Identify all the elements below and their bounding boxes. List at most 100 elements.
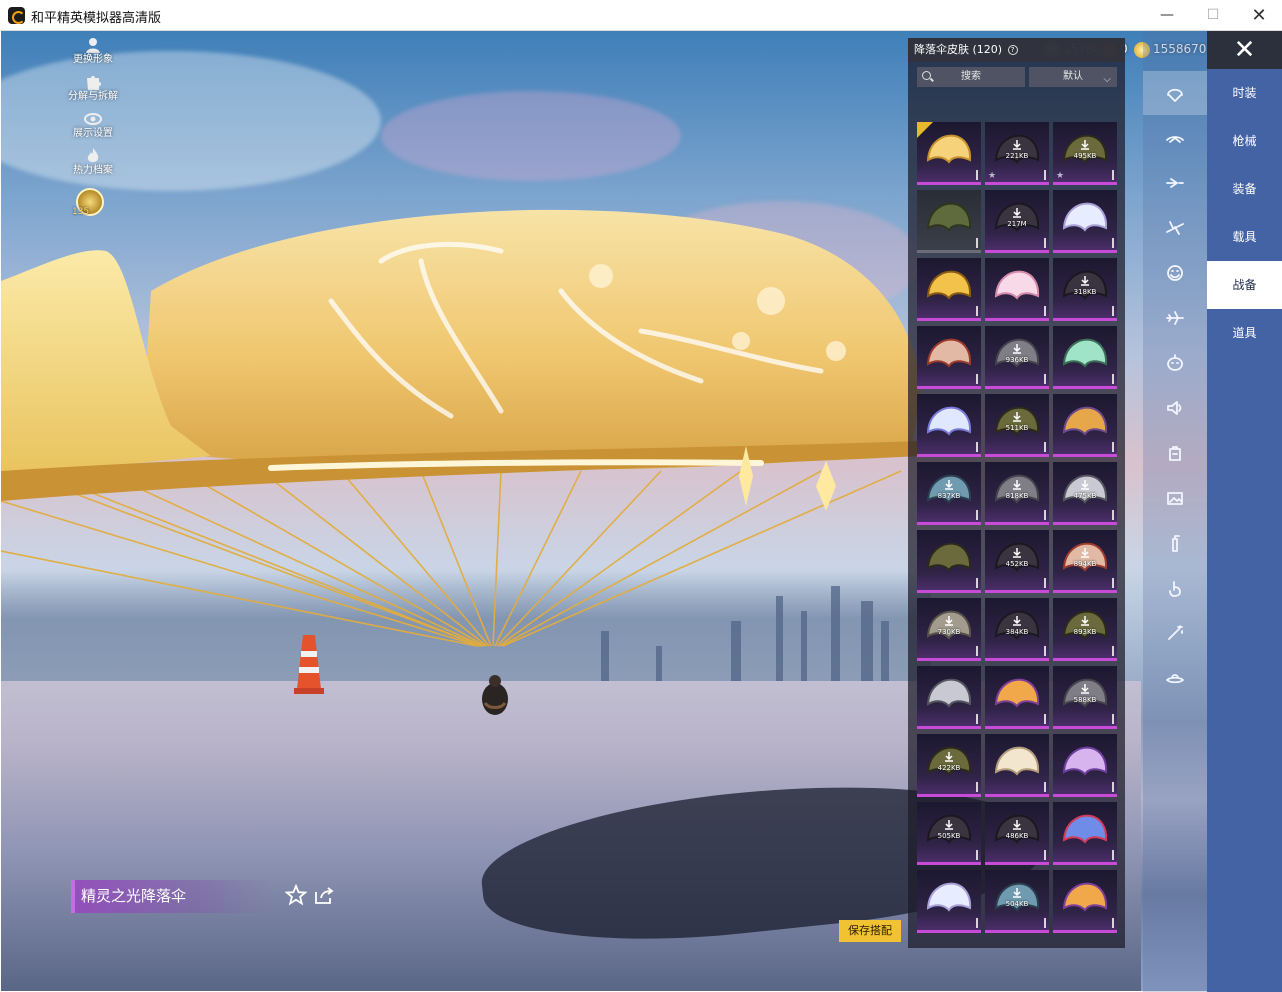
- search-placeholder: 搜索: [961, 71, 981, 82]
- skin-tile[interactable]: 818KB: [985, 462, 1049, 525]
- download-size: 505KB: [937, 832, 961, 840]
- skin-tile[interactable]: 504KB: [985, 870, 1049, 933]
- skin-tile[interactable]: [985, 666, 1049, 729]
- sort-dropdown[interactable]: 默认 ⌵: [1029, 67, 1117, 87]
- search-icon: [922, 71, 931, 80]
- skin-tile[interactable]: 384KB: [985, 598, 1049, 661]
- ufo-icon: [1166, 674, 1184, 684]
- skin-tile[interactable]: [1053, 190, 1117, 253]
- category-hand-tap[interactable]: [1143, 566, 1207, 610]
- skin-tile[interactable]: [917, 122, 981, 185]
- sort-selected: 默认: [1063, 71, 1083, 82]
- skin-tile[interactable]: 422KB: [917, 734, 981, 797]
- skin-tile[interactable]: [917, 530, 981, 593]
- traffic-cone: [294, 635, 324, 694]
- skin-tile[interactable]: 486KB: [985, 802, 1049, 865]
- skin-tile[interactable]: 893KB: [1053, 598, 1117, 661]
- category-photo[interactable]: [1143, 476, 1207, 520]
- search-input[interactable]: 搜索: [917, 67, 1025, 87]
- parachute-skin-icon: [926, 610, 972, 640]
- nav-tab-5[interactable]: 战备: [1207, 261, 1282, 309]
- download-icon: [1081, 548, 1089, 558]
- skin-tile[interactable]: 505KB: [917, 802, 981, 865]
- skin-tile[interactable]: [1053, 734, 1117, 797]
- tile-marker: [1044, 918, 1046, 928]
- skin-tile[interactable]: [917, 394, 981, 457]
- parachute-skin-icon: [926, 406, 972, 436]
- category-aircraft[interactable]: [1143, 296, 1207, 340]
- download-size: 384KB: [1005, 628, 1029, 636]
- minimize-button[interactable]: —: [1144, 0, 1190, 31]
- player-character: [482, 675, 508, 715]
- skin-tile[interactable]: 837KB: [917, 462, 981, 525]
- side-item-decompose[interactable]: 分解与拆解: [58, 73, 128, 110]
- parachute-skin-icon: [994, 338, 1040, 368]
- maximize-button[interactable]: ☐: [1190, 0, 1236, 31]
- nav-tab-4[interactable]: 载具: [1207, 213, 1282, 261]
- tile-marker: [1112, 170, 1114, 180]
- close-window-button[interactable]: ✕: [1236, 0, 1282, 31]
- category-ufo[interactable]: [1143, 656, 1207, 700]
- star-outline-icon[interactable]: [285, 884, 307, 906]
- category-plane-trail[interactable]: [1143, 161, 1207, 205]
- skin-tile[interactable]: [985, 258, 1049, 321]
- save-outfit-button[interactable]: 保存搭配: [839, 920, 901, 942]
- parachute-skin-icon: [994, 542, 1040, 572]
- side-item-heat-profile[interactable]: 热力档案: [58, 147, 128, 184]
- skin-tile[interactable]: [1053, 326, 1117, 389]
- side-item-display-settings[interactable]: 展示设置: [58, 110, 128, 147]
- skin-tile[interactable]: 318KB: [1053, 258, 1117, 321]
- category-jet[interactable]: [1143, 206, 1207, 250]
- selected-skin-name: 精灵之光降落伞: [71, 880, 271, 913]
- tile-marker: [1044, 306, 1046, 316]
- skin-tile[interactable]: [1053, 802, 1117, 865]
- skin-tile[interactable]: 730KB: [917, 598, 981, 661]
- skin-tile[interactable]: [1053, 394, 1117, 457]
- category-emote-face[interactable]: [1143, 251, 1207, 295]
- parachute-skin-icon: [1062, 542, 1108, 572]
- download-size: 730KB: [937, 628, 961, 636]
- category-backpack[interactable]: [1143, 431, 1207, 475]
- help-icon[interactable]: ?: [1007, 45, 1018, 55]
- skin-tile[interactable]: 936KB: [985, 326, 1049, 389]
- photo-icon: [1167, 492, 1183, 505]
- category-glider[interactable]: [1143, 116, 1207, 160]
- download-size: 936KB: [1005, 356, 1029, 364]
- skin-tile[interactable]: [917, 870, 981, 933]
- nav-tab-2[interactable]: 枪械: [1207, 117, 1282, 165]
- category-magic-wand[interactable]: [1143, 611, 1207, 655]
- close-icon[interactable]: ✕: [1207, 31, 1282, 69]
- side-item-change-look[interactable]: 更换形象: [58, 36, 128, 73]
- skin-tile[interactable]: 475KB: [1053, 462, 1117, 525]
- skin-tile[interactable]: 452KB: [985, 530, 1049, 593]
- star-icon: ★: [1056, 171, 1065, 181]
- share-icon[interactable]: [313, 884, 335, 906]
- panel-title: 降落伞皮肤 (120): [914, 43, 1003, 56]
- skin-tile[interactable]: [917, 190, 981, 253]
- skin-tile[interactable]: [917, 666, 981, 729]
- skin-tile[interactable]: [917, 258, 981, 321]
- skin-tile[interactable]: [985, 734, 1049, 797]
- nav-tab-3[interactable]: 装备: [1207, 165, 1282, 213]
- tile-marker: [976, 374, 978, 384]
- category-pumpkin[interactable]: [1143, 341, 1207, 385]
- parachute-skin-icon: [994, 814, 1040, 844]
- download-icon: [1013, 616, 1021, 626]
- nav-tab-1[interactable]: 时装: [1207, 69, 1282, 117]
- skin-tile[interactable]: [1053, 870, 1117, 933]
- download-icon: [945, 752, 953, 762]
- category-extinguisher[interactable]: [1143, 521, 1207, 565]
- skin-tile[interactable]: 495KB ★: [1053, 122, 1117, 185]
- skin-tile[interactable]: 221KB ★: [985, 122, 1049, 185]
- nav-tab-6[interactable]: 道具: [1207, 309, 1282, 357]
- skin-tile[interactable]: [917, 326, 981, 389]
- skin-tile[interactable]: 894KB: [1053, 530, 1117, 593]
- category-parachute[interactable]: [1143, 71, 1207, 115]
- category-speaker[interactable]: [1143, 386, 1207, 430]
- avatar-icon: [86, 38, 100, 53]
- skin-tile[interactable]: 588KB: [1053, 666, 1117, 729]
- download-icon: [1081, 684, 1089, 694]
- download-size: 475KB: [1073, 492, 1097, 500]
- skin-tile[interactable]: 511KB: [985, 394, 1049, 457]
- skin-tile[interactable]: 217M: [985, 190, 1049, 253]
